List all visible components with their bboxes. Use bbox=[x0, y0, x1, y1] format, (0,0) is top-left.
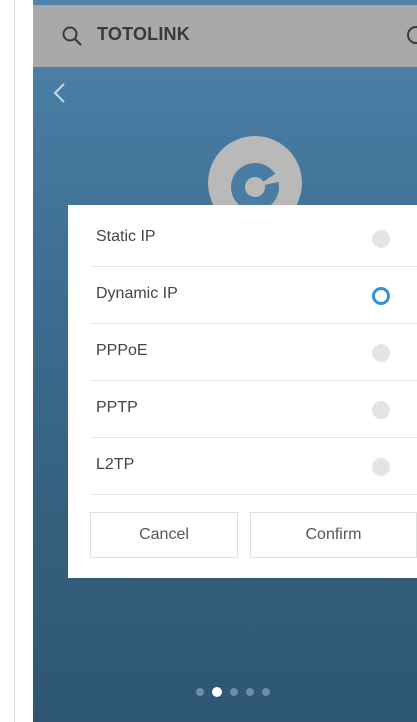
radio-selected[interactable] bbox=[372, 287, 390, 305]
confirm-button[interactable]: Confirm bbox=[250, 512, 417, 558]
search-bar[interactable]: TOTOLINK bbox=[33, 5, 417, 67]
page-dot[interactable] bbox=[262, 688, 270, 696]
option-l2tp[interactable]: L2TP bbox=[90, 438, 417, 495]
page-dot-active[interactable] bbox=[212, 687, 222, 697]
cancel-button[interactable]: Cancel bbox=[90, 512, 238, 558]
option-pppoe[interactable]: PPPoE bbox=[90, 324, 417, 381]
radio-unselected[interactable] bbox=[372, 401, 390, 419]
radio-unselected[interactable] bbox=[372, 458, 390, 476]
option-label: PPPoE bbox=[96, 342, 148, 359]
page-dot[interactable] bbox=[246, 688, 254, 696]
chevron-left-icon[interactable] bbox=[51, 82, 69, 104]
option-dynamic-ip[interactable]: Dynamic IP bbox=[90, 267, 417, 324]
page-dot[interactable] bbox=[196, 688, 204, 696]
divider bbox=[14, 0, 15, 722]
option-label: Static IP bbox=[96, 228, 156, 245]
connection-type-dialog: Static IP Dynamic IP PPPoE PPTP L2TP Can… bbox=[68, 205, 417, 578]
option-label: PPTP bbox=[96, 399, 138, 416]
search-icon bbox=[62, 26, 82, 46]
page-dot[interactable] bbox=[230, 688, 238, 696]
radio-unselected[interactable] bbox=[372, 344, 390, 362]
option-pptp[interactable]: PPTP bbox=[90, 381, 417, 438]
search-query: TOTOLINK bbox=[97, 24, 190, 44]
circle-icon[interactable] bbox=[405, 24, 417, 46]
option-label: Dynamic IP bbox=[96, 285, 178, 302]
screenshot-frame: TOTOLINK Static IP Dynamic IP PPPoE PPTP… bbox=[0, 0, 417, 722]
page-indicator bbox=[196, 687, 286, 697]
option-label: L2TP bbox=[96, 456, 135, 473]
option-static-ip[interactable]: Static IP bbox=[90, 210, 417, 267]
radio-unselected[interactable] bbox=[372, 230, 390, 248]
